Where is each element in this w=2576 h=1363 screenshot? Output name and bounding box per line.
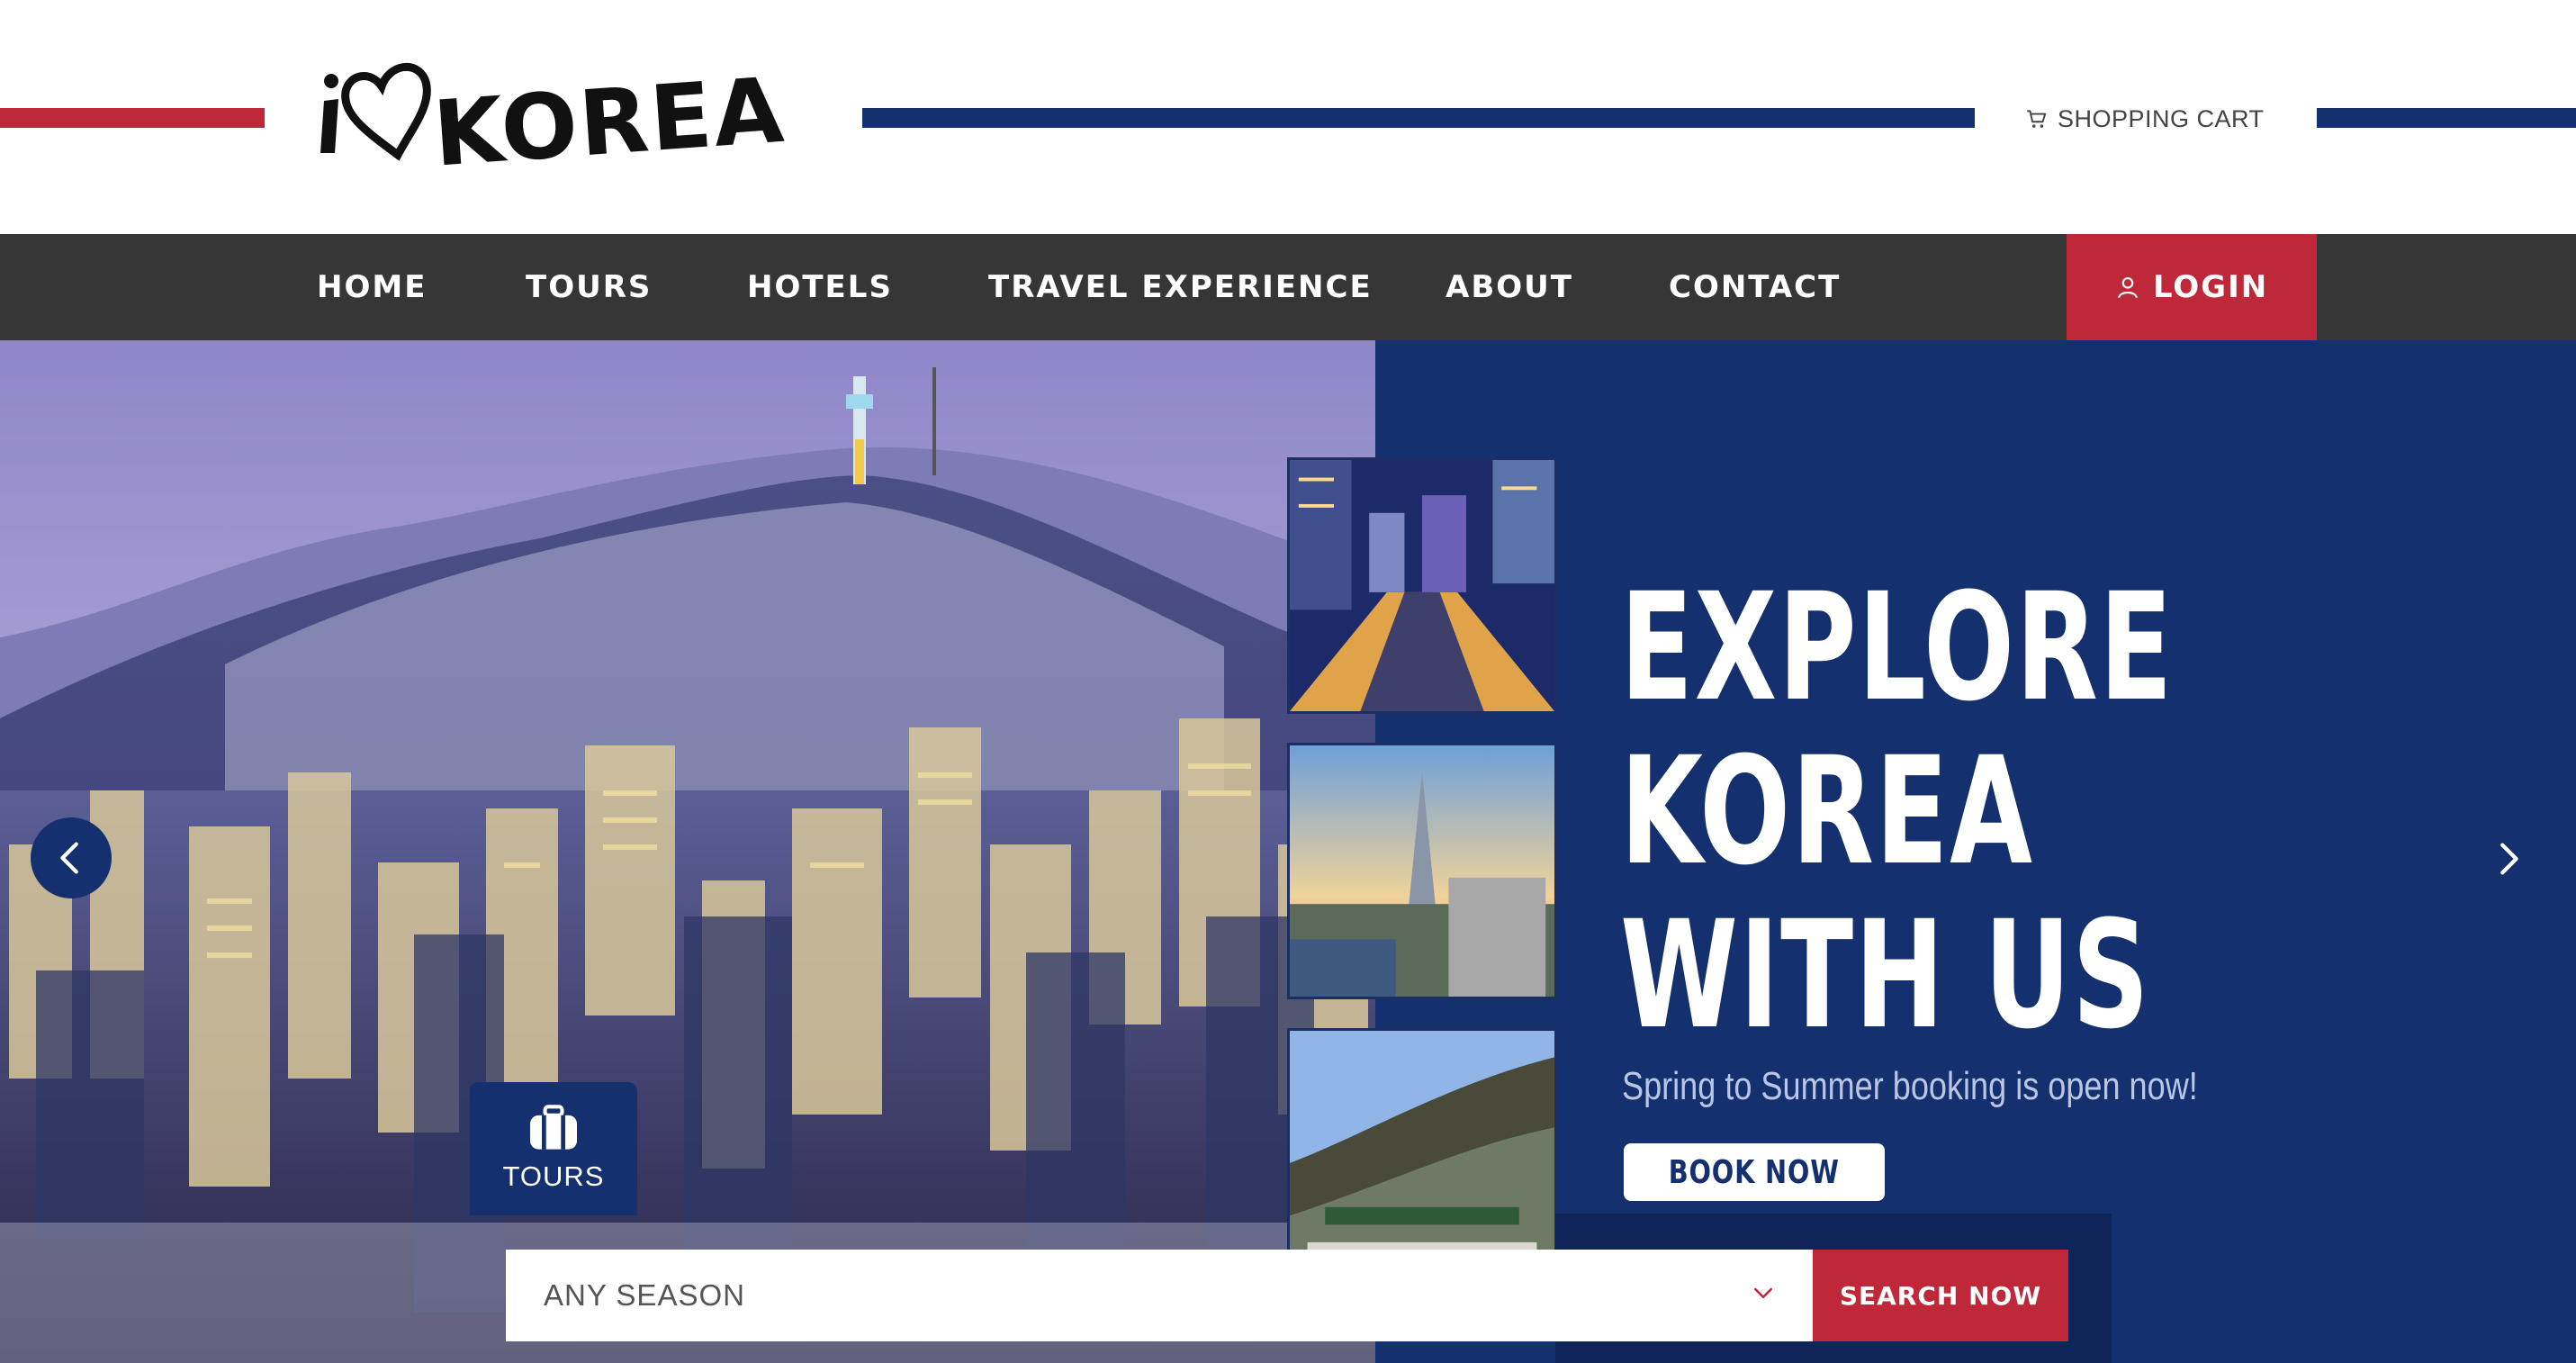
hero-headline: EXPLORE KOREA WITH US: [1620, 565, 2174, 1057]
season-select[interactable]: ANY SEASON: [506, 1250, 1813, 1341]
cart-icon: [2027, 110, 2047, 128]
site-logo[interactable]: KOREA: [315, 47, 810, 187]
hero-headline-line-2: KOREA: [1620, 725, 2034, 898]
svg-text:KOREA: KOREA: [430, 58, 788, 173]
hero-headline-line-1: EXPLORE: [1620, 561, 2174, 734]
shopping-cart-label: SHOPPING CART: [2058, 104, 2265, 132]
hero-subline: Spring to Summer booking is open now!: [1622, 1064, 2198, 1108]
nav-item-travel-experience[interactable]: TRAVEL EXPERIENCE: [988, 234, 1373, 340]
shopping-cart-link[interactable]: SHOPPING CART: [2025, 101, 2265, 137]
slider-prev-button[interactable]: [31, 817, 112, 898]
login-button[interactable]: LOGIN: [2067, 234, 2317, 340]
header-stripe-red: [0, 108, 265, 128]
user-icon: [2117, 277, 2138, 299]
hero-thumb-lotte-tower: [1287, 743, 1557, 999]
hero-city-image: [0, 340, 1375, 1363]
book-now-label: BOOK NOW: [1668, 1153, 1841, 1191]
season-select-value: ANY SEASON: [544, 1278, 745, 1312]
slider-next-button[interactable]: [2472, 823, 2544, 895]
hero-headline-line-3: WITH US: [1620, 889, 2151, 1061]
chevron-left-icon: [60, 842, 78, 874]
login-label: LOGIN: [2152, 269, 2269, 305]
search-now-button[interactable]: SEARCH NOW: [1813, 1250, 2068, 1341]
nav-item-contact[interactable]: CONTACT: [1669, 234, 1841, 340]
header-stripe-blue: [862, 108, 1975, 128]
hero-slider: EXPLORE KOREA WITH US Spring to Summer b…: [0, 340, 2576, 1363]
chevron-down-icon: [1754, 1287, 1772, 1299]
tab-tours-label: TOURS: [502, 1160, 605, 1192]
book-now-button[interactable]: BOOK NOW: [1624, 1143, 1885, 1201]
nav-item-home[interactable]: HOME: [317, 234, 427, 340]
hero-thumb-stream-night: [1287, 457, 1557, 714]
nav-item-hotels[interactable]: HOTELS: [747, 234, 893, 340]
tour-search-panel: TOURS ANY SEASON SEARCH NOW: [470, 1082, 2112, 1363]
nav-item-about[interactable]: ABOUT: [1446, 234, 1573, 340]
chevron-right-icon: [2500, 843, 2518, 875]
site-header: KOREA SHOPPING CART: [0, 0, 2576, 234]
tab-tours[interactable]: TOURS: [470, 1082, 637, 1215]
nav-item-tours[interactable]: TOURS: [526, 234, 652, 340]
suitcase-icon: [530, 1105, 577, 1150]
header-stripe-blue-right: [2317, 108, 2576, 128]
logo-graphic: KOREA: [320, 58, 788, 187]
